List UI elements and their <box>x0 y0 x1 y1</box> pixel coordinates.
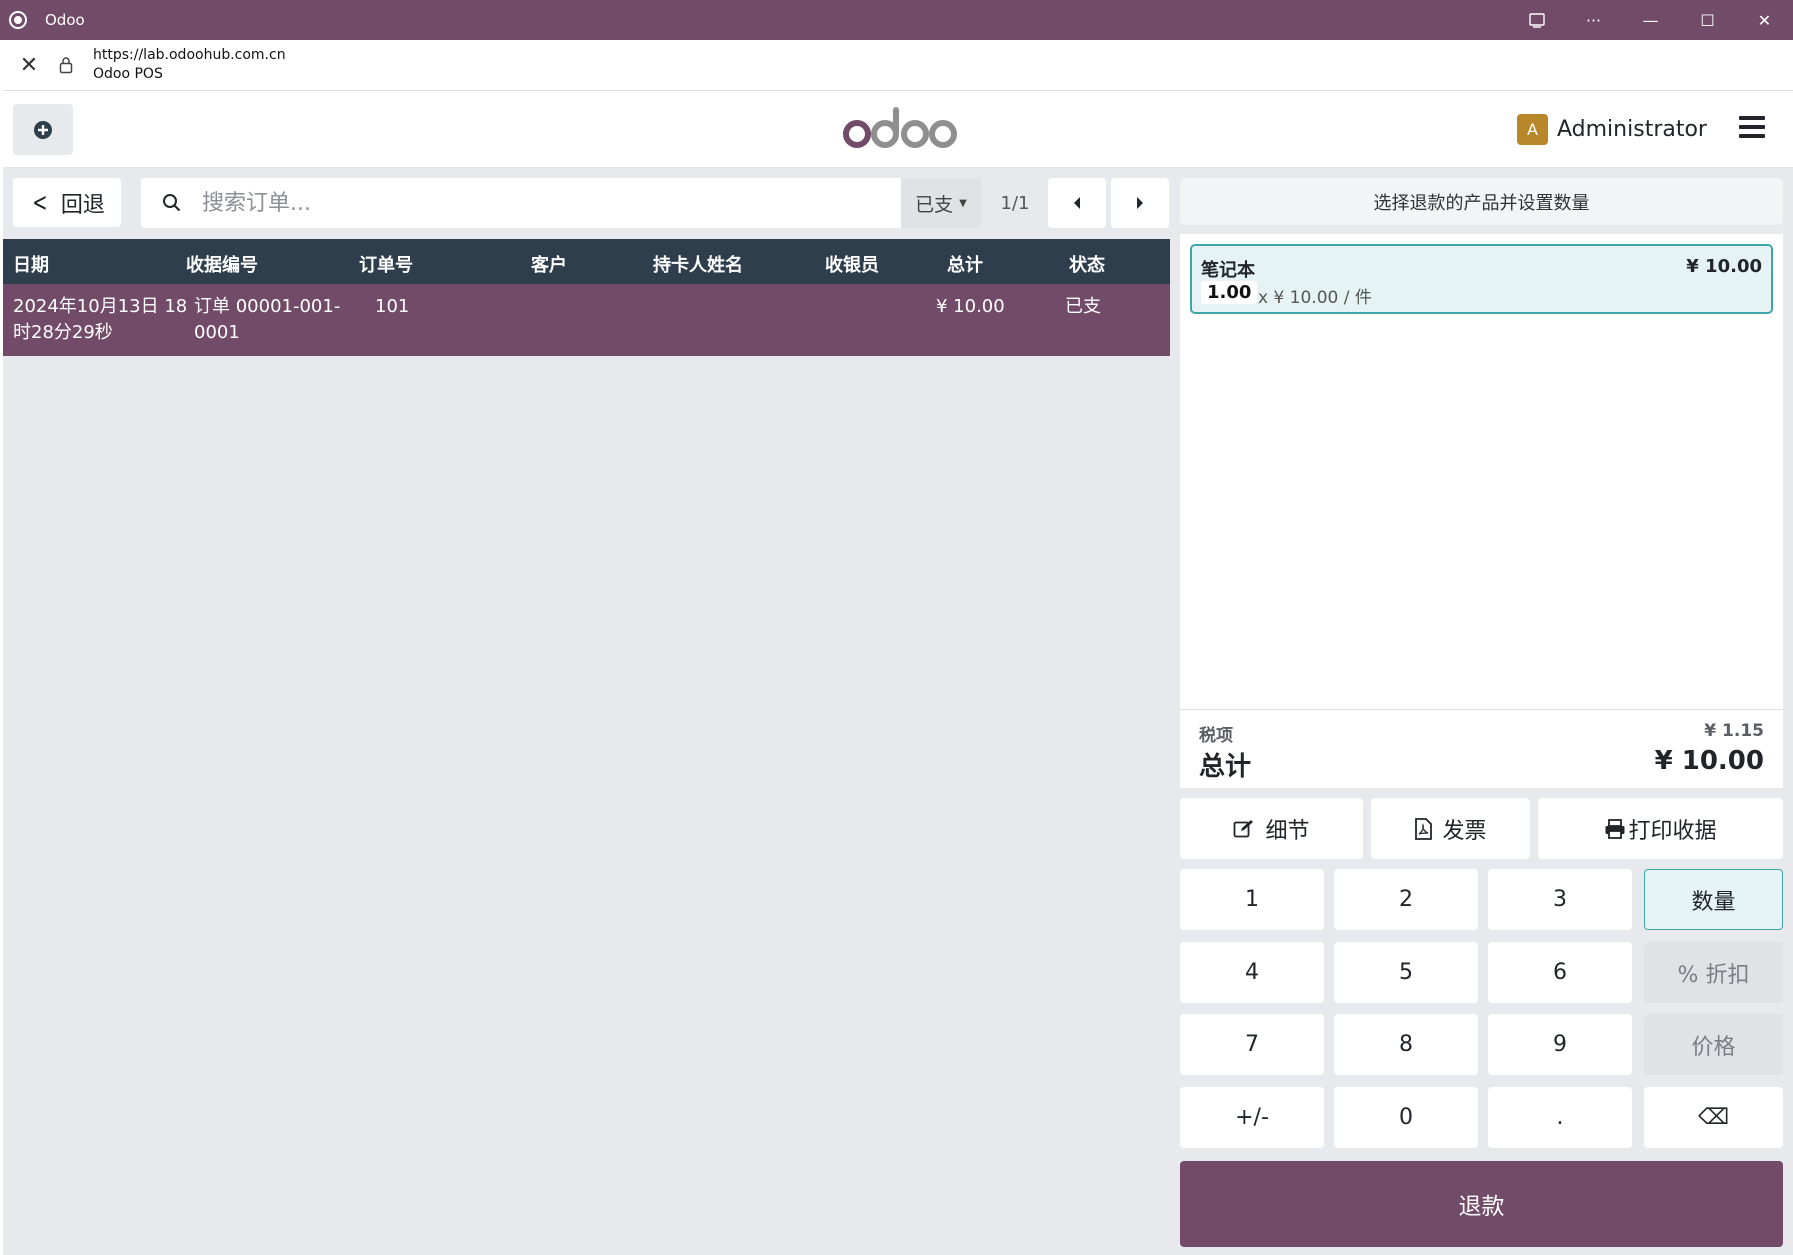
address-bar: ✕ https://lab.odoohub.com.cn Odoo POS <box>3 40 1793 91</box>
odoo-logo <box>843 107 957 148</box>
col-header: 收据编号 <box>186 255 258 276</box>
line-quantity: 1.00 <box>1201 281 1258 304</box>
print-receipt-label: 打印收据 <box>1628 818 1717 844</box>
caret-left-icon <box>1074 197 1080 209</box>
minimize-icon[interactable]: — <box>1622 0 1679 40</box>
edit-icon <box>1233 819 1255 839</box>
refund-hint: 选择退款的产品并设置数量 <box>1180 178 1783 225</box>
tax-label: 税项 <box>1199 726 1233 746</box>
line-price: ¥ 10.00 <box>1686 256 1762 277</box>
window-title: Odoo <box>45 11 85 29</box>
back-label: 回退 <box>60 192 105 218</box>
table-row[interactable]: 2024年10月13日 18 时28分29秒 订单 00001-001- 000… <box>3 284 1170 356</box>
search-input[interactable] <box>202 190 802 216</box>
numpad-key-2[interactable]: 2 <box>1334 869 1478 930</box>
refund-button[interactable]: 退款 <box>1180 1161 1783 1247</box>
numpad-key-9[interactable]: 9 <box>1488 1014 1632 1075</box>
caret-right-icon <box>1137 197 1143 209</box>
discount-mode-button[interactable]: % 折扣 <box>1644 942 1783 1003</box>
orders-table-header: 日期 收据编号 订单号 客户 持卡人姓名 收银员 总计 状态 <box>3 239 1170 284</box>
url-text: https://lab.odoohub.com.cn <box>93 47 286 63</box>
filter-value: 已支 <box>915 193 954 216</box>
search-box <box>141 178 901 228</box>
list-item[interactable]: 笔记本 ¥ 10.00 1.00 x ¥ 10.00 / 件 <box>1190 244 1773 314</box>
lock-icon[interactable] <box>51 56 81 74</box>
app-icon <box>9 11 27 29</box>
chevron-left-icon: < <box>32 187 48 218</box>
user-menu[interactable]: A Administrator <box>1517 114 1707 145</box>
backspace-icon[interactable]: ⌫ <box>1644 1087 1783 1148</box>
invoice-label: 发票 <box>1442 818 1487 844</box>
new-order-button[interactable] <box>13 104 73 155</box>
numpad-key-0[interactable]: 0 <box>1334 1087 1478 1148</box>
receipt-number: 订单 00001-001- 0001 <box>194 296 341 343</box>
tax-value: ¥ 1.15 <box>1704 721 1764 741</box>
numpad-key-3[interactable]: 3 <box>1488 869 1632 930</box>
total-value: ¥ 10.00 <box>1654 746 1764 776</box>
col-header: 收银员 <box>825 255 879 276</box>
maximize-icon[interactable]: ☐ <box>1679 0 1736 40</box>
avatar: A <box>1517 114 1548 145</box>
caret-down-icon: ▼ <box>959 197 967 209</box>
prev-page-button[interactable] <box>1048 178 1106 228</box>
pos-header: A Administrator <box>3 92 1793 168</box>
back-button[interactable]: < 回退 <box>13 178 121 227</box>
more-icon[interactable]: ··· <box>1565 0 1622 40</box>
quantity-mode-button[interactable]: 数量 <box>1644 869 1783 930</box>
numpad-key-5[interactable]: 5 <box>1334 942 1478 1003</box>
total-label: 总计 <box>1199 752 1252 782</box>
print-receipt-button[interactable]: 打印收据 <box>1538 798 1783 859</box>
page-title: Odoo POS <box>93 66 163 82</box>
price-mode-button[interactable]: 价格 <box>1644 1014 1783 1075</box>
plus-circle-icon <box>34 120 52 139</box>
url-block[interactable]: https://lab.odoohub.com.cn Odoo POS <box>93 46 286 84</box>
col-header: 持卡人姓名 <box>653 255 743 276</box>
order-number: 101 <box>375 296 410 317</box>
product-name: 笔记本 <box>1201 260 1255 281</box>
printer-icon <box>1604 818 1626 839</box>
orderlines: 笔记本 ¥ 10.00 1.00 x ¥ 10.00 / 件 <box>1180 234 1783 720</box>
numpad-key-4[interactable]: 4 <box>1180 942 1324 1003</box>
hamburger-menu-icon[interactable] <box>1739 116 1765 138</box>
unit-info: x ¥ 10.00 / 件 <box>1258 288 1372 308</box>
col-header: 状态 <box>1069 255 1105 276</box>
window-controls: ··· — ☐ ✕ <box>1508 0 1793 40</box>
order-date: 2024年10月13日 18 时28分29秒 <box>13 296 188 343</box>
numpad-key-7[interactable]: 7 <box>1180 1014 1324 1075</box>
col-header: 日期 <box>13 255 49 276</box>
col-header: 总计 <box>947 255 983 276</box>
close-icon[interactable]: ✕ <box>7 43 51 87</box>
order-totals: 税项 ¥ 1.15 总计 ¥ 10.00 <box>1180 709 1783 788</box>
close-window-icon[interactable]: ✕ <box>1736 0 1793 40</box>
user-name: Administrator <box>1557 117 1707 142</box>
filter-dropdown[interactable]: 已支 ▼ <box>901 178 981 228</box>
numpad-key-8[interactable]: 8 <box>1334 1014 1478 1075</box>
details-button[interactable]: 细节 <box>1180 798 1363 859</box>
search-icon <box>163 194 181 212</box>
invoice-button[interactable]: 发票 <box>1371 798 1530 859</box>
numpad-key-sign[interactable]: +/- <box>1180 1087 1324 1148</box>
col-header: 订单号 <box>359 255 413 276</box>
numpad-key-6[interactable]: 6 <box>1488 942 1632 1003</box>
next-page-button[interactable] <box>1111 178 1169 228</box>
col-header: 客户 <box>531 255 567 276</box>
numpad-key-dot[interactable]: . <box>1488 1087 1632 1148</box>
order-total: ¥ 10.00 <box>936 296 1005 317</box>
numpad-key-1[interactable]: 1 <box>1180 869 1324 930</box>
pdf-file-icon <box>1414 817 1433 840</box>
order-status: 已支 <box>1065 296 1101 317</box>
refund-pane: 选择退款的产品并设置数量 笔记本 ¥ 10.00 1.00 x ¥ 10.00 … <box>1170 168 1793 1255</box>
details-label: 细节 <box>1265 818 1310 844</box>
window-titlebar: Odoo ··· — ☐ ✕ <box>0 0 1793 40</box>
orders-pane: < 回退 已支 ▼ 1/1 日期 收据编号 订单号 客户 持卡人姓名 收银员 总… <box>3 168 1170 1255</box>
cast-icon[interactable] <box>1508 0 1565 40</box>
pager-text: 1/1 <box>1000 192 1030 214</box>
